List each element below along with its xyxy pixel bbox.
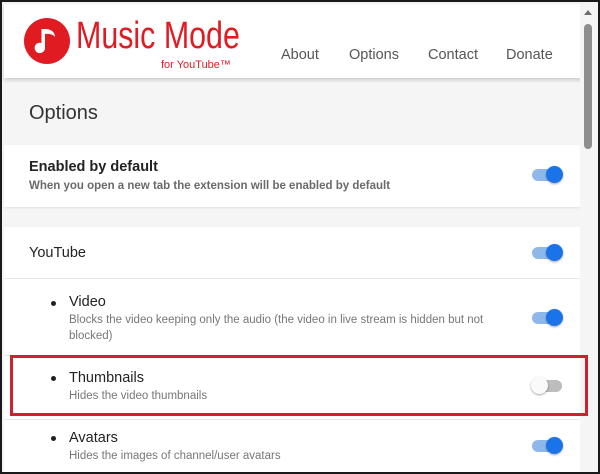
video-toggle[interactable] [532, 308, 564, 328]
page-title: Options [29, 102, 98, 124]
scrollbar-thumb[interactable] [584, 24, 592, 149]
divider [4, 278, 584, 279]
bullet-icon [51, 436, 56, 441]
logo-title: Music Mode [76, 15, 240, 57]
music-note-icon [24, 18, 70, 64]
section-title: YouTube [29, 245, 86, 261]
avatars-toggle[interactable] [532, 436, 564, 456]
header: Music Mode for YouTube™ About Options Co… [4, 4, 584, 78]
youtube-toggle[interactable] [532, 243, 564, 263]
toggle-knob [546, 244, 563, 261]
app-window: Music Mode for YouTube™ About Options Co… [0, 0, 600, 474]
nav-about[interactable]: About [281, 47, 319, 63]
setting-description-avatars: Hides the images of channel/user avatars [69, 450, 281, 462]
toggle-knob [546, 437, 563, 454]
setting-description: When you open a new tab the extension wi… [29, 180, 391, 192]
bullet-icon [51, 301, 56, 306]
toggle-knob [546, 309, 563, 326]
setting-title-avatars: Avatars [69, 430, 118, 446]
setting-title: Enabled by default [29, 159, 158, 175]
setting-description-video: Blocks the video keeping only the audio … [69, 314, 484, 342]
enabled-by-default-toggle[interactable] [532, 165, 564, 185]
divider [4, 419, 584, 420]
nav-options[interactable]: Options [349, 47, 399, 63]
nav-contact[interactable]: Contact [428, 47, 478, 63]
logo-subtitle: for YouTube™ [161, 59, 231, 71]
section-youtube: YouTube Video Blocks the video keeping o… [4, 227, 584, 472]
scroll-up-arrow-icon[interactable] [584, 10, 592, 15]
setting-enabled-by-default: Enabled by default When you open a new t… [4, 145, 584, 207]
toggle-knob [546, 166, 563, 183]
setting-title-video: Video [69, 294, 106, 310]
nav-donate[interactable]: Donate [506, 47, 553, 63]
highlight-box [10, 355, 588, 416]
